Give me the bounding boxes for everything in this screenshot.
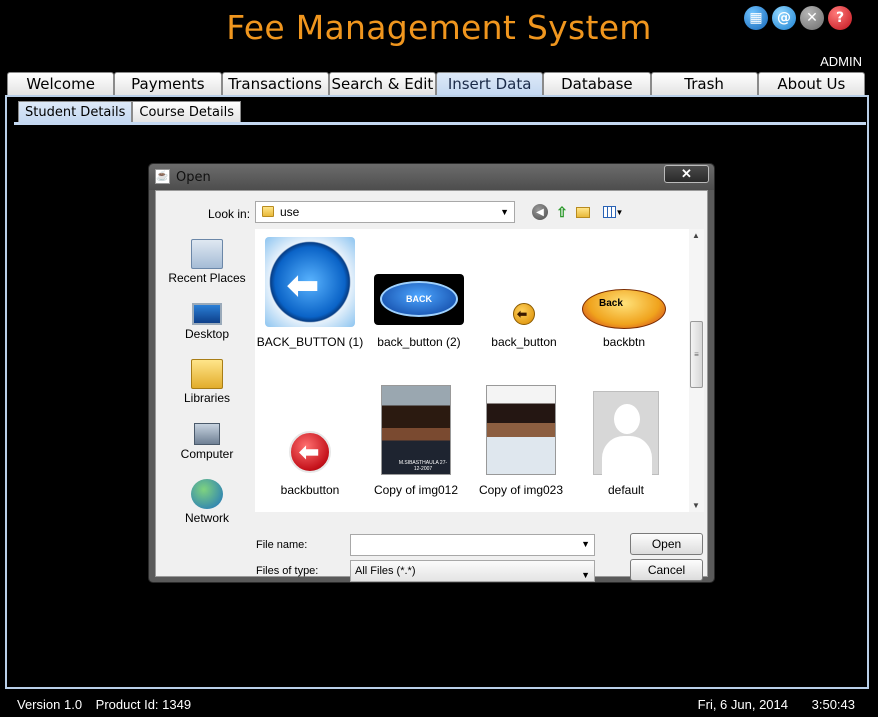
back-icon[interactable]: ◀ (532, 204, 548, 220)
file-name-label: File name: (256, 539, 308, 551)
product-id-label: Product Id: 1349 (95, 697, 192, 712)
network-icon (191, 479, 223, 509)
files-of-type-value: All Files (*.*) (355, 565, 416, 577)
open-dialog: ☕ Open ✕ Look in: use ▼ ◀ ⇧ ▼ Recent Pla… (148, 163, 715, 583)
computer-icon (194, 423, 220, 445)
place-desktop[interactable]: Desktop (157, 299, 257, 341)
file-item[interactable]: ⬅ BACK_BUTTON (1) (255, 237, 365, 349)
user-label: ADMIN (820, 54, 862, 69)
grid-icon[interactable]: ▦ (744, 6, 768, 30)
place-label: Libraries (183, 391, 231, 405)
place-network[interactable]: Network (157, 479, 257, 525)
file-item[interactable]: ⬅ backbutton (255, 385, 365, 497)
dialog-title: Open (176, 170, 211, 185)
status-bar-left: Version 1.0 Product Id: 1349 (17, 697, 191, 712)
place-recent-places[interactable]: Recent Places (157, 239, 257, 285)
place-label: Network (184, 511, 229, 525)
look-in-combo[interactable]: use ▼ (255, 201, 515, 223)
file-item[interactable]: Copy of img023 (466, 385, 576, 497)
dialog-titlebar[interactable]: ☕ Open ✕ (149, 164, 714, 190)
main-tab-bar: Welcome Payments Transactions Search & E… (7, 72, 865, 95)
cancel-button[interactable]: Cancel (630, 559, 703, 581)
tab-database[interactable]: Database (543, 72, 651, 95)
file-item[interactable]: default (571, 385, 681, 497)
tab-welcome[interactable]: Welcome (7, 72, 115, 95)
tab-payments[interactable]: Payments (114, 72, 222, 95)
date-label: Fri, 6 Jun, 2014 (697, 697, 788, 712)
java-icon: ☕ (155, 169, 170, 184)
student-photo-image-icon: M.SIBASTHAULA 27-12-2007 (381, 385, 451, 475)
help-icon[interactable]: ? (828, 6, 852, 30)
look-in-label: Look in: (208, 207, 251, 221)
place-label: Recent Places (168, 271, 246, 285)
file-name: back_button (2) (377, 335, 461, 349)
chevron-down-icon: ▼ (500, 207, 509, 217)
scroll-up-icon[interactable]: ▲ (692, 231, 700, 240)
file-name: backbutton (280, 483, 340, 497)
small-back-image-icon: ⬅ (513, 303, 535, 325)
place-label: Computer (180, 447, 234, 461)
desktop-icon (192, 303, 222, 325)
tab-course-details[interactable]: Course Details (132, 101, 241, 123)
tab-student-details[interactable]: Student Details (18, 101, 133, 123)
open-button[interactable]: Open (630, 533, 703, 555)
place-label: Desktop (184, 327, 230, 341)
file-name: back_button (491, 335, 557, 349)
scrollbar-thumb[interactable]: ≡ (690, 321, 703, 388)
look-in-value: use (280, 205, 300, 219)
file-item[interactable]: Back backbtn (569, 237, 679, 349)
chevron-down-icon[interactable]: ▼ (581, 539, 590, 549)
file-item[interactable]: BACK back_button (2) (364, 237, 474, 349)
place-computer[interactable]: Computer (157, 419, 257, 461)
file-name-field[interactable]: ▼ (350, 534, 595, 556)
back-pill-image-icon: BACK (374, 274, 464, 325)
file-list: ⬅ BACK_BUTTON (1) BACK back_button (2) ⬅… (255, 229, 689, 512)
libraries-icon (191, 359, 223, 389)
sub-tab-rule (14, 122, 866, 125)
files-of-type-select[interactable]: All Files (*.*) ▼ (350, 560, 595, 582)
window-controls: ▦ @ ✕ ? (744, 6, 852, 30)
folder-icon (262, 206, 274, 217)
file-name: Copy of img012 (373, 483, 459, 497)
student-photo-image-icon (486, 385, 556, 475)
file-name: BACK_BUTTON (1) (256, 335, 364, 349)
time-label: 3:50:43 (811, 697, 855, 712)
place-libraries[interactable]: Libraries (157, 359, 257, 405)
places-bar: Recent Places Desktop Libraries Computer… (157, 229, 249, 530)
default-avatar-image-icon (593, 391, 659, 476)
view-menu-icon[interactable]: ▼ (599, 204, 627, 220)
files-of-type-label: Files of type: (256, 565, 319, 577)
file-name: Copy of img023 (478, 483, 564, 497)
tab-trash[interactable]: Trash (650, 72, 758, 95)
up-folder-icon[interactable]: ⇧ (554, 204, 570, 220)
close-icon[interactable]: ✕ (800, 6, 824, 30)
chevron-down-icon: ▼ (581, 570, 590, 580)
at-icon[interactable]: @ (772, 6, 796, 30)
file-item[interactable]: ⬅ back_button (469, 237, 579, 349)
tab-search-edit[interactable]: Search & Edit (328, 72, 436, 95)
tab-about-us[interactable]: About Us (757, 72, 865, 95)
version-label: Version 1.0 (17, 697, 83, 712)
status-bar-right: Fri, 6 Jun, 2014 3:50:43 (698, 697, 855, 712)
file-name: backbtn (602, 335, 646, 349)
backbtn-image-icon: Back (582, 289, 666, 329)
file-list-scrollbar[interactable]: ▲ ≡ ▼ (689, 229, 704, 512)
back-arrow-image-icon: ⬅ (265, 237, 355, 327)
scroll-down-icon[interactable]: ▼ (692, 501, 700, 510)
file-item[interactable]: M.SIBASTHAULA 27-12-2007 Copy of img012 (361, 385, 471, 497)
dialog-close-button[interactable]: ✕ (664, 165, 709, 183)
recent-places-icon (191, 239, 223, 269)
tab-insert-data[interactable]: Insert Data (436, 72, 544, 95)
dialog-body: Look in: use ▼ ◀ ⇧ ▼ Recent Places Deskt… (155, 190, 708, 582)
tab-transactions[interactable]: Transactions (221, 72, 329, 95)
sub-tab-bar: Student Details Course Details (18, 101, 241, 123)
red-back-image-icon: ⬅ (289, 431, 331, 473)
file-name: default (607, 483, 645, 497)
new-folder-icon[interactable] (576, 207, 590, 218)
